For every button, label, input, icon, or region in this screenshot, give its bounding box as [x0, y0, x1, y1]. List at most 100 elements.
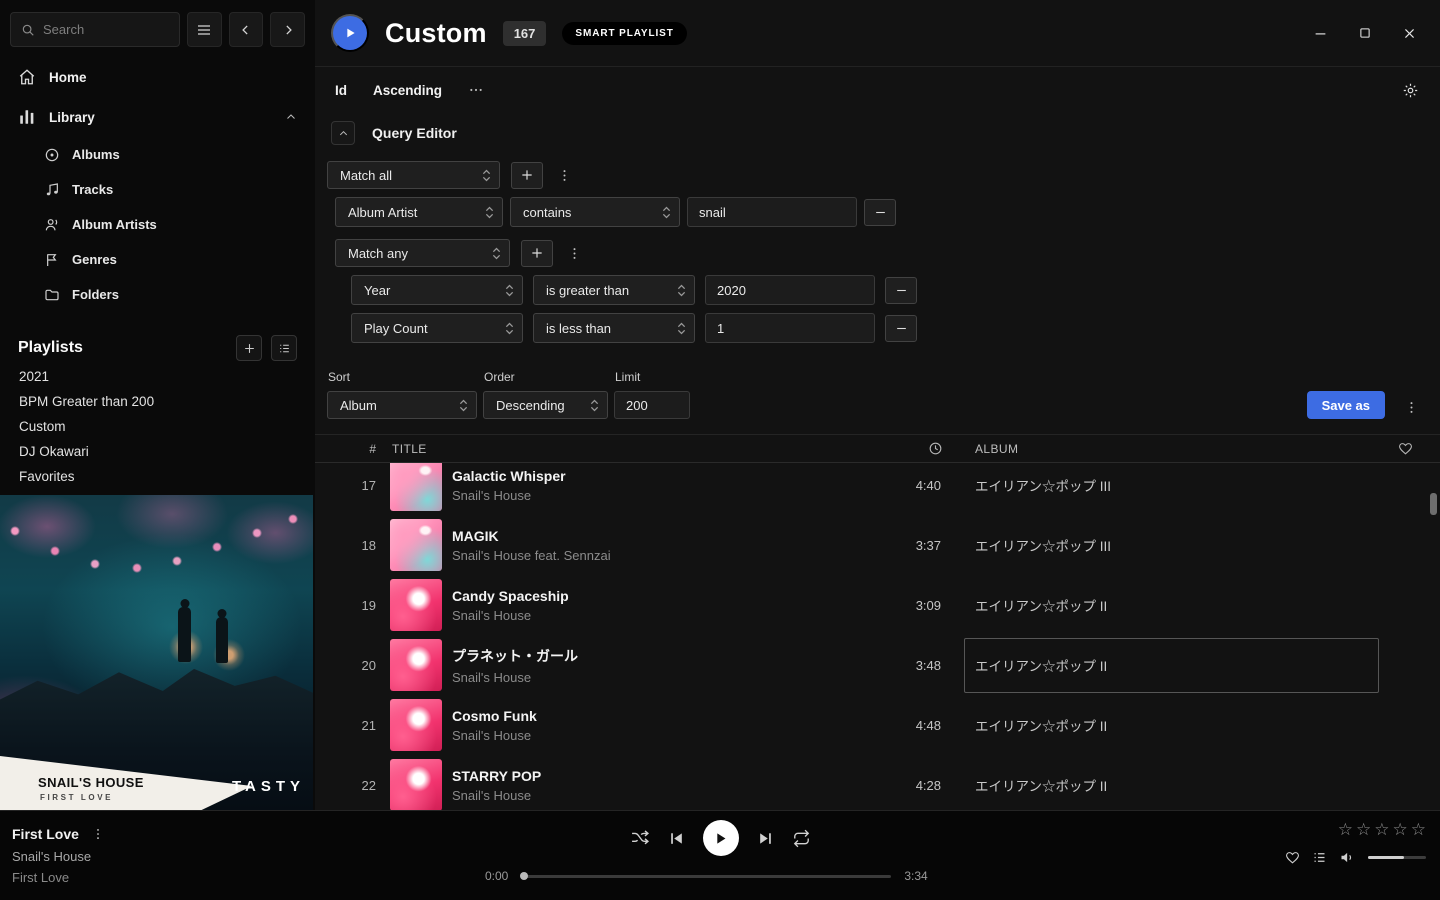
rule-operator-select[interactable]: contains: [510, 197, 680, 227]
rule-field-select[interactable]: Album Artist: [335, 197, 503, 227]
now-playing-title[interactable]: First Love: [12, 826, 79, 842]
sidebar-item-home[interactable]: Home: [0, 57, 315, 97]
collapse-query-editor-button[interactable]: [331, 121, 355, 145]
favorite-column-heart-icon[interactable]: [1395, 441, 1440, 456]
star-icon[interactable]: ☆: [1338, 821, 1353, 838]
match-any-select[interactable]: Match any: [335, 239, 510, 267]
track-title[interactable]: STARRY POP: [452, 768, 883, 784]
track-title[interactable]: プラネット・ガール: [452, 646, 883, 666]
playlist-item[interactable]: 2021: [0, 364, 315, 389]
rule-field-select[interactable]: Year: [351, 275, 523, 305]
now-playing-artist[interactable]: Snail's House: [12, 849, 105, 864]
track-album[interactable]: エイリアン☆ポップ III: [975, 475, 1395, 495]
save-options-button[interactable]: [1401, 400, 1422, 415]
sidebar-item-album-artists[interactable]: Album Artists: [0, 207, 315, 242]
search-field[interactable]: [43, 22, 169, 37]
menu-button[interactable]: [187, 12, 222, 47]
track-title[interactable]: Candy Spaceship: [452, 588, 883, 604]
next-track-button[interactable]: [757, 830, 774, 847]
play-playlist-button[interactable]: [331, 14, 369, 52]
column-header-album[interactable]: ALBUM: [975, 442, 1395, 456]
add-rule-button[interactable]: [511, 162, 543, 189]
playlist-item[interactable]: DJ Okawari: [0, 439, 315, 464]
track-artist[interactable]: Snail's House: [452, 608, 883, 623]
track-options-kebab-icon[interactable]: [91, 827, 105, 841]
duration-column-clock-icon[interactable]: [895, 441, 975, 456]
track-album[interactable]: エイリアン☆ポップ II: [975, 775, 1395, 795]
track-album[interactable]: エイリアン☆ポップ III: [975, 535, 1395, 555]
search-input[interactable]: [10, 12, 180, 47]
seek-handle[interactable]: [520, 872, 528, 880]
track-artist[interactable]: Snail's House: [452, 670, 883, 685]
playlist-list-button[interactable]: [271, 335, 297, 361]
close-button[interactable]: [1403, 27, 1416, 40]
favorite-button[interactable]: [1285, 850, 1300, 865]
order-select[interactable]: Descending: [483, 391, 608, 419]
sort-select[interactable]: Album: [327, 391, 477, 419]
more-options-icon[interactable]: [468, 82, 484, 98]
sidebar-item-tracks[interactable]: Tracks: [0, 172, 315, 207]
add-rule-button[interactable]: [521, 240, 553, 267]
sidebar-item-genres[interactable]: Genres: [0, 242, 315, 277]
table-row[interactable]: 22 STARRY POP Snail's House 4:28 エイリアン☆ポ…: [315, 755, 1440, 810]
settings-button[interactable]: [1402, 82, 1419, 99]
rule-value-input[interactable]: [687, 197, 857, 227]
sidebar-item-albums[interactable]: Albums: [0, 137, 315, 172]
table-row[interactable]: 19 Candy Spaceship Snail's House 3:09 エイ…: [315, 575, 1440, 635]
track-artist[interactable]: Snail's House feat. Sennzai: [452, 548, 883, 563]
now-playing-album[interactable]: First Love: [12, 870, 105, 885]
add-playlist-button[interactable]: [236, 335, 262, 361]
chevron-up-icon[interactable]: [285, 111, 297, 123]
track-album[interactable]: エイリアン☆ポップ II: [975, 595, 1395, 615]
queue-button[interactable]: [1312, 850, 1327, 865]
table-row[interactable]: 17 Galactic Whisper Snail's House 4:40 エ…: [315, 463, 1440, 515]
track-album[interactable]: エイリアン☆ポップ II: [975, 715, 1395, 735]
playlist-item[interactable]: Favorites: [0, 464, 315, 489]
star-icon[interactable]: ☆: [1374, 821, 1389, 838]
rule-field-select[interactable]: Play Count: [351, 313, 523, 343]
back-button[interactable]: [229, 12, 264, 47]
remove-rule-button[interactable]: [864, 199, 896, 226]
repeat-button[interactable]: [792, 829, 811, 848]
maximize-button[interactable]: [1359, 27, 1371, 39]
rule-operator-select[interactable]: is less than: [533, 313, 695, 343]
minimize-button[interactable]: [1314, 27, 1327, 40]
sort-key-button[interactable]: Id: [335, 83, 347, 98]
previous-track-button[interactable]: [668, 830, 685, 847]
sort-direction-button[interactable]: Ascending: [373, 83, 442, 98]
rule-value-input[interactable]: [705, 313, 875, 343]
table-row[interactable]: 20 プラネット・ガール Snail's House 3:48 エイリアン☆ポッ…: [315, 635, 1440, 695]
remove-rule-button[interactable]: [885, 315, 917, 342]
track-album[interactable]: エイリアン☆ポップ II: [975, 655, 1107, 675]
column-header-title[interactable]: TITLE: [390, 442, 895, 456]
group-options-button[interactable]: [564, 246, 585, 261]
track-title[interactable]: Cosmo Funk: [452, 708, 883, 724]
group-options-button[interactable]: [554, 168, 575, 183]
star-icon[interactable]: ☆: [1411, 821, 1426, 838]
sidebar-item-library[interactable]: Library: [0, 97, 315, 137]
match-all-select[interactable]: Match all: [327, 161, 500, 189]
save-as-button[interactable]: Save as: [1307, 391, 1385, 419]
scrollbar-thumb[interactable]: [1430, 493, 1437, 515]
now-playing-album-art[interactable]: SNAIL'S HOUSE FIRST LOVE TASTY: [0, 495, 313, 810]
rule-value-input[interactable]: [705, 275, 875, 305]
limit-input[interactable]: [614, 391, 690, 419]
forward-button[interactable]: [270, 12, 305, 47]
track-artist[interactable]: Snail's House: [452, 788, 883, 803]
rule-operator-select[interactable]: is greater than: [533, 275, 695, 305]
mute-button[interactable]: [1339, 849, 1356, 866]
star-icon[interactable]: ☆: [1393, 821, 1408, 838]
star-icon[interactable]: ☆: [1356, 821, 1371, 838]
track-title[interactable]: Galactic Whisper: [452, 468, 883, 484]
album-cell-focused[interactable]: エイリアン☆ポップ II: [964, 638, 1379, 693]
track-artist[interactable]: Snail's House: [452, 488, 883, 503]
shuffle-button[interactable]: [630, 828, 650, 848]
volume-slider[interactable]: [1368, 856, 1426, 859]
sidebar-item-folders[interactable]: Folders: [0, 277, 315, 312]
play-pause-button[interactable]: [703, 820, 739, 856]
remove-rule-button[interactable]: [885, 277, 917, 304]
seek-bar[interactable]: [521, 875, 891, 878]
playlist-item[interactable]: Custom: [0, 414, 315, 439]
column-header-number[interactable]: #: [315, 442, 390, 456]
table-row[interactable]: 21 Cosmo Funk Snail's House 4:48 エイリアン☆ポ…: [315, 695, 1440, 755]
